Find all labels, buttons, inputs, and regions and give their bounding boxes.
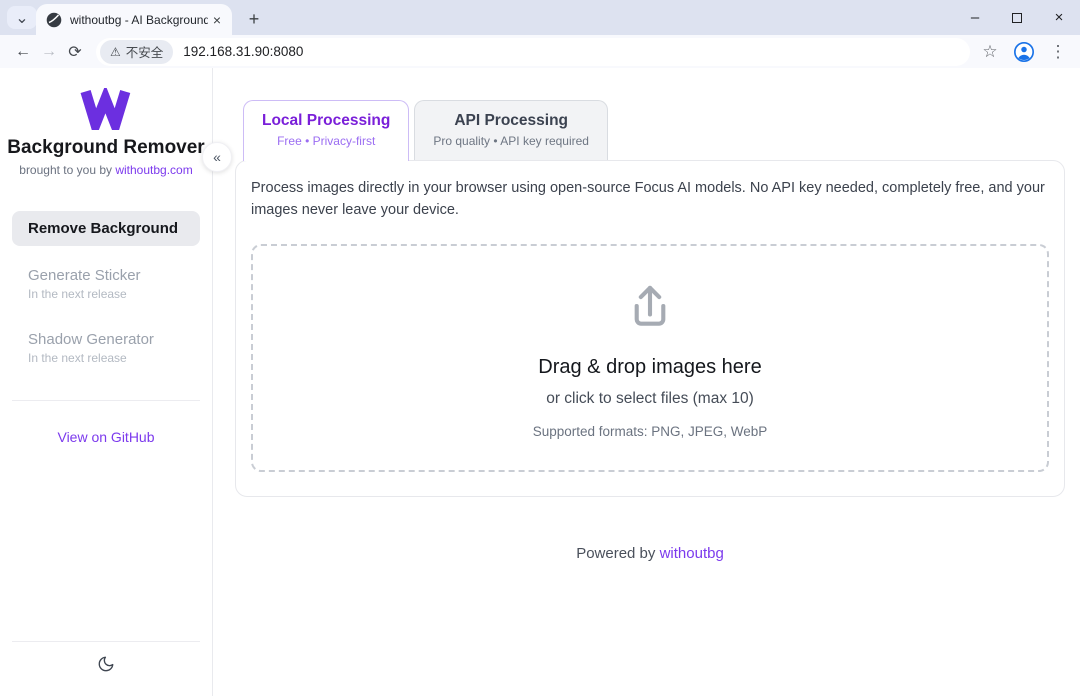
bookmark-star-button[interactable]: ☆: [978, 40, 1002, 64]
tab-subtitle: Pro quality • API key required: [433, 134, 589, 148]
browser-menu-button[interactable]: ⋮: [1046, 40, 1070, 64]
chevron-down-icon: ⌄: [15, 8, 28, 28]
tab-label: API Processing: [433, 112, 589, 130]
sidebar-item-sub: In the next release: [28, 287, 184, 301]
reload-icon: ⟳: [68, 42, 81, 62]
maximize-button[interactable]: [996, 0, 1038, 35]
dropzone-title: Drag & drop images here: [538, 356, 761, 379]
back-button[interactable]: ←: [10, 39, 36, 65]
three-dots-icon: ⋮: [1050, 42, 1067, 62]
browser-toolbar: ← → ⟳ ⚠ 不安全 192.168.31.90:8080 ☆: [0, 35, 1080, 68]
sidebar-item-remove-background[interactable]: Remove Background: [12, 211, 200, 246]
upload-icon: [621, 277, 679, 340]
security-label: 不安全: [126, 42, 164, 61]
tab-api-processing[interactable]: API Processing Pro quality • API key req…: [414, 100, 608, 160]
app-content: Background Remover brought to you by wit…: [0, 68, 1080, 696]
security-chip[interactable]: ⚠ 不安全: [100, 40, 173, 64]
url-text: 192.168.31.90:8080: [183, 44, 303, 59]
browser-tabstrip: ⌄ withoutbg - AI Background R × + – ×: [0, 0, 1080, 35]
minimize-icon: –: [971, 9, 979, 26]
sidebar-item-label: Generate Sticker: [28, 267, 184, 284]
sidebar-item-shadow-generator[interactable]: Shadow Generator In the next release: [12, 322, 200, 374]
powered-by-footer: Powered by withoutbg: [235, 545, 1065, 562]
sidebar-item-label: Shadow Generator: [28, 331, 184, 348]
double-chevron-left-icon: «: [213, 149, 221, 165]
window-controls: – ×: [954, 0, 1080, 35]
forward-arrow-icon: →: [41, 43, 57, 61]
reload-button[interactable]: ⟳: [62, 39, 88, 65]
sidebar-item-label: Remove Background: [28, 220, 184, 237]
sidebar-item-generate-sticker[interactable]: Generate Sticker In the next release: [12, 258, 200, 310]
address-bar[interactable]: ⚠ 不安全 192.168.31.90:8080: [96, 38, 970, 66]
favicon-icon: [46, 12, 62, 28]
maximize-icon: [1012, 13, 1022, 23]
processing-tabs: Local Processing Free • Privacy-first AP…: [243, 100, 1065, 160]
withoutbg-logo-icon: [78, 117, 134, 134]
forward-button[interactable]: →: [36, 39, 62, 65]
minimize-button[interactable]: –: [954, 0, 996, 35]
withoutbg-link[interactable]: withoutbg: [660, 545, 724, 562]
file-dropzone[interactable]: Drag & drop images here or click to sele…: [251, 244, 1049, 472]
sidebar-divider: [12, 400, 200, 401]
close-tab-icon[interactable]: ×: [208, 11, 226, 29]
star-icon: ☆: [982, 42, 997, 62]
sidebar-item-sub: In the next release: [28, 351, 184, 365]
tab-search-button[interactable]: ⌄: [7, 6, 37, 29]
main-panel: Local Processing Free • Privacy-first AP…: [213, 68, 1080, 696]
tab-subtitle: Free • Privacy-first: [262, 134, 390, 148]
tab-local-processing[interactable]: Local Processing Free • Privacy-first: [243, 100, 409, 161]
powered-by-prefix: Powered by: [576, 545, 659, 562]
sidebar-nav: Remove Background Generate Sticker In th…: [0, 211, 212, 386]
view-on-github-link[interactable]: View on GitHub: [0, 429, 212, 445]
logo-block: Background Remover brought to you by wit…: [0, 88, 212, 177]
browser-tab-title: withoutbg - AI Background R: [70, 13, 208, 27]
collapse-sidebar-button[interactable]: «: [202, 142, 232, 172]
close-window-button[interactable]: ×: [1038, 0, 1080, 35]
new-tab-button[interactable]: +: [242, 7, 266, 31]
dropzone-formats: Supported formats: PNG, JPEG, WebP: [533, 424, 768, 439]
app-tagline: brought to you by withoutbg.com: [0, 163, 212, 177]
browser-window: ⌄ withoutbg - AI Background R × + – ×: [0, 0, 1080, 696]
profile-button[interactable]: [1012, 40, 1036, 64]
sidebar-spacer: [0, 445, 212, 627]
plus-icon: +: [249, 9, 260, 30]
tagline-link[interactable]: withoutbg.com: [115, 163, 192, 177]
moon-icon: [97, 660, 115, 677]
close-icon: ×: [1055, 9, 1064, 26]
toolbar-right: ☆ ⋮: [978, 40, 1070, 64]
dark-mode-toggle[interactable]: [0, 642, 212, 696]
app-title: Background Remover: [0, 137, 212, 159]
dropzone-subtitle: or click to select files (max 10): [546, 390, 754, 408]
browser-tab[interactable]: withoutbg - AI Background R ×: [36, 4, 232, 35]
back-arrow-icon: ←: [15, 43, 31, 61]
panel-description: Process images directly in your browser …: [251, 178, 1049, 222]
profile-avatar-icon: [1013, 41, 1035, 63]
warning-icon: ⚠: [110, 45, 121, 59]
sidebar: Background Remover brought to you by wit…: [0, 68, 213, 696]
tagline-prefix: brought to you by: [19, 163, 115, 177]
local-processing-panel: Process images directly in your browser …: [235, 160, 1065, 497]
tab-label: Local Processing: [262, 112, 390, 130]
